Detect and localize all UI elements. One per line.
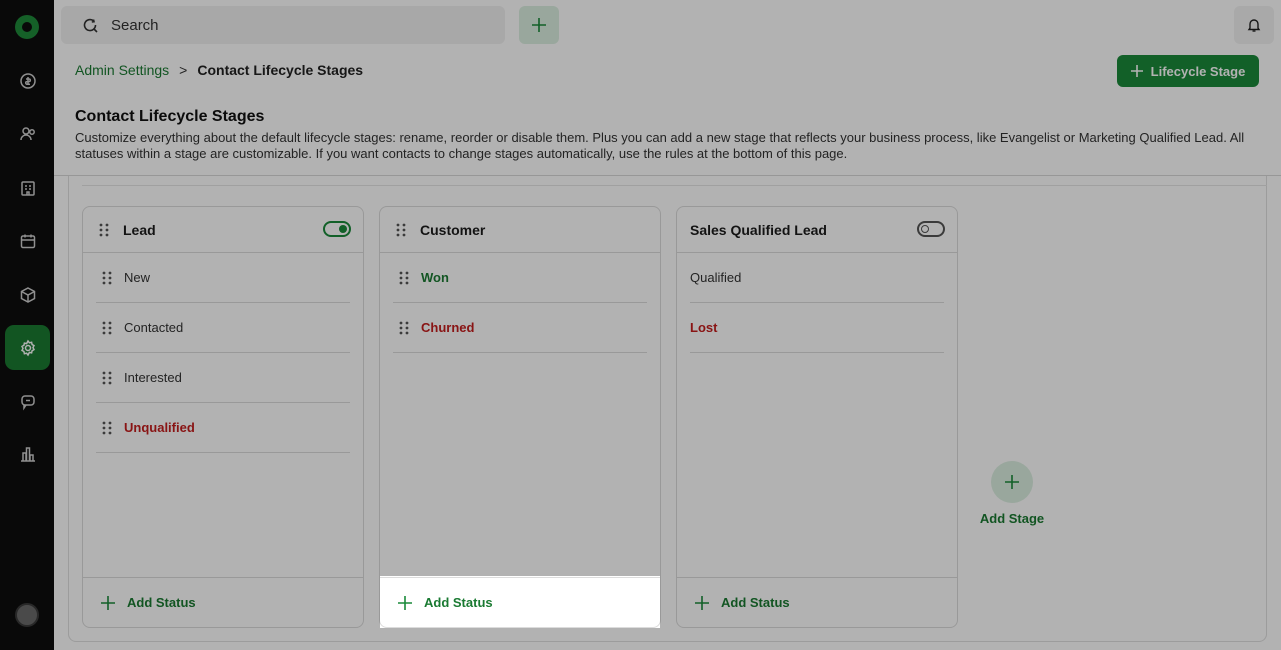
search-icon	[83, 18, 98, 33]
page-title: Contact Lifecycle Stages	[75, 108, 265, 125]
stage-header: Sales Qualified Lead	[677, 207, 957, 253]
bell-icon	[1247, 19, 1261, 32]
app-logo-icon[interactable]	[15, 15, 39, 39]
drag-handle-icon[interactable]	[102, 321, 112, 335]
sidebar-item-products[interactable]	[5, 272, 50, 317]
plus-icon	[1005, 475, 1019, 489]
status-label: Lost	[690, 320, 718, 335]
status-item[interactable]: Lost	[690, 303, 944, 353]
dollar-refresh-icon	[19, 72, 36, 89]
stage-enabled-toggle[interactable]	[917, 221, 945, 237]
sidebar-item-contacts[interactable]	[5, 111, 50, 156]
status-label: Churned	[421, 320, 475, 335]
bar-chart-icon	[20, 446, 35, 462]
plus-icon	[101, 595, 115, 610]
status-item[interactable]: Won	[393, 253, 647, 303]
add-stage-circle[interactable]	[991, 461, 1033, 503]
sidebar-item-deals[interactable]	[5, 58, 50, 103]
sidebar-item-reports[interactable]	[5, 431, 50, 476]
add-lifecycle-stage-button[interactable]: Lifecycle Stage	[1117, 55, 1259, 87]
status-label: Won	[421, 270, 449, 285]
search-placeholder: Search	[111, 16, 159, 34]
stage-title[interactable]: Sales Qualified Lead	[690, 222, 827, 238]
status-item[interactable]: Interested	[96, 353, 350, 403]
box-icon	[20, 286, 35, 303]
status-item[interactable]: New	[96, 253, 350, 303]
page-description: Customize everything about the default l…	[75, 130, 1245, 161]
breadcrumb-admin-settings[interactable]: Admin Settings	[75, 62, 169, 78]
status-item[interactable]: Qualified	[690, 253, 944, 303]
add-stage-button[interactable]: Add Stage	[980, 461, 1044, 526]
add-stage-label: Add Stage	[979, 511, 1045, 526]
plus-icon	[1130, 65, 1143, 77]
add-status-button[interactable]: Add Status	[83, 577, 363, 627]
plus-icon	[695, 595, 709, 610]
stage-enabled-toggle[interactable]	[323, 221, 351, 237]
breadcrumb-current: Contact Lifecycle Stages	[197, 62, 364, 78]
calendar-icon	[20, 234, 35, 248]
drag-handle-icon[interactable]	[396, 223, 406, 237]
add-status-button[interactable]: Add Status	[677, 577, 957, 627]
drag-handle-icon[interactable]	[102, 421, 112, 435]
drag-handle-icon[interactable]	[102, 271, 112, 285]
add-status-label: Add Status	[127, 595, 196, 610]
stage-column-customer: Customer Won Churned Add Status	[379, 206, 661, 628]
drag-handle-icon[interactable]	[99, 223, 109, 237]
drag-handle-icon[interactable]	[102, 371, 112, 385]
quick-add-button[interactable]	[519, 6, 559, 44]
gear-icon	[20, 339, 35, 356]
drag-handle-icon[interactable]	[399, 321, 409, 335]
divider	[82, 185, 1267, 186]
notifications-button[interactable]	[1234, 6, 1274, 44]
stage-title[interactable]: Customer	[420, 222, 485, 238]
breadcrumb: Admin Settings > Contact Lifecycle Stage…	[75, 62, 363, 78]
stage-column-sales-qualified-lead: Sales Qualified Lead Qualified Lost Add …	[676, 206, 958, 628]
status-label: Unqualified	[124, 420, 195, 435]
stage-column-lead: Lead New Contacted Interested Unqualifie…	[82, 206, 364, 628]
building-icon	[20, 180, 35, 196]
status-item[interactable]: Contacted	[96, 303, 350, 353]
users-icon	[19, 126, 35, 140]
sidebar-item-messages[interactable]	[5, 378, 50, 423]
status-item[interactable]: Churned	[393, 303, 647, 353]
plus-icon	[398, 595, 412, 610]
main-content: Search Admin Settings > Contact Lifecycl…	[54, 0, 1281, 650]
breadcrumb-separator: >	[179, 62, 188, 78]
add-status-label: Add Status	[424, 595, 493, 610]
stage-header: Customer	[380, 207, 660, 253]
stage-title[interactable]: Lead	[123, 222, 156, 238]
search-input[interactable]: Search	[61, 6, 505, 44]
chat-icon	[20, 394, 35, 410]
avatar[interactable]	[15, 603, 39, 627]
sidebar	[0, 0, 54, 650]
add-status-button[interactable]: Add Status	[380, 577, 660, 627]
sidebar-item-companies[interactable]	[5, 165, 50, 210]
status-label: Contacted	[124, 320, 184, 335]
sidebar-item-calendar[interactable]	[5, 218, 50, 263]
sidebar-item-settings[interactable]	[5, 325, 50, 370]
status-label: Qualified	[690, 270, 742, 285]
drag-handle-icon[interactable]	[399, 271, 409, 285]
plus-icon	[532, 18, 546, 32]
status-label: New	[124, 270, 151, 285]
stage-header: Lead	[83, 207, 363, 253]
add-status-label: Add Status	[721, 595, 790, 610]
status-label: Interested	[124, 370, 182, 385]
add-lifecycle-stage-label: Lifecycle Stage	[1150, 63, 1246, 79]
status-item[interactable]: Unqualified	[96, 403, 350, 453]
